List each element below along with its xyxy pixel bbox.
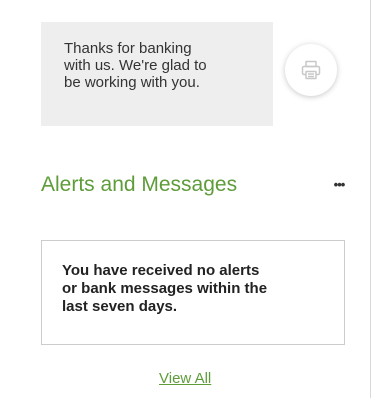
alerts-section-title: Alerts and Messages (41, 173, 238, 196)
message-line: or bank messages within the (62, 280, 268, 297)
message-line: last seven days. (62, 298, 178, 315)
welcome-line: Thanks for banking (64, 40, 192, 57)
panel-divider (370, 0, 371, 398)
no-alerts-message: You have received no alerts or bank mess… (62, 262, 348, 316)
more-options-button[interactable]: ••• (329, 175, 349, 195)
view-all-link[interactable]: View All (159, 370, 211, 388)
welcome-line: be working with you. (64, 74, 200, 91)
side-panel: Thanks for banking with us. We're glad t… (0, 0, 378, 398)
welcome-line: with us. We're glad to (64, 57, 207, 74)
welcome-message: Thanks for banking with us. We're glad t… (64, 40, 264, 91)
print-button[interactable] (285, 44, 337, 96)
printer-icon (300, 59, 322, 81)
message-line: You have received no alerts (62, 262, 260, 279)
